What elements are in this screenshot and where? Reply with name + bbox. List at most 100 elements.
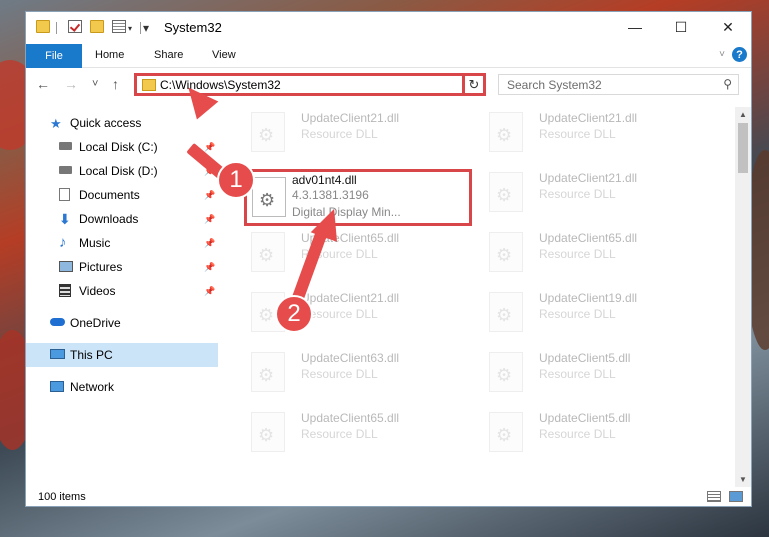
network-icon <box>50 381 64 392</box>
minimize-button[interactable]: — <box>612 12 658 42</box>
sidebar-item-quick-access[interactable]: ★ Quick access <box>26 112 218 134</box>
sidebar-item-music[interactable]: ♪ Music 📌 <box>26 232 218 254</box>
cloud-icon <box>50 318 65 326</box>
folder-icon <box>36 20 50 33</box>
file-item[interactable]: UpdateClient63.dll Resource DLL <box>244 347 474 397</box>
file-name: UpdateClient65.dll <box>301 411 400 425</box>
step-badge-2: 2 <box>275 295 313 333</box>
sidebar-item-network[interactable]: Network <box>26 376 218 398</box>
drive-icon <box>59 166 72 174</box>
pin-icon[interactable]: 📌 <box>204 214 215 225</box>
sidebar-item-label: Network <box>70 380 115 394</box>
tab-home[interactable]: Home <box>95 49 124 61</box>
sidebar-item-videos[interactable]: Videos 📌 <box>26 280 218 302</box>
file-description: Digital Display Min... <box>292 205 401 219</box>
dll-file-icon <box>251 112 285 152</box>
file-item[interactable]: UpdateClient21.dll Resource DLL <box>244 107 474 157</box>
details-view-icon[interactable] <box>707 491 721 502</box>
sidebar-item-label: Pictures <box>79 260 123 274</box>
download-arrow-icon: ⬇ <box>59 211 71 227</box>
sidebar-item-label: Videos <box>79 284 116 298</box>
search-placeholder: Search System32 <box>507 78 602 92</box>
expand-ribbon-icon[interactable]: ˅ <box>719 49 725 60</box>
sidebar-item-label: Music <box>79 236 111 250</box>
maximize-button[interactable]: ☐ <box>658 12 704 42</box>
file-type: Resource DLL <box>301 367 378 381</box>
sidebar-item-downloads[interactable]: ⬇ Downloads 📌 <box>26 208 218 230</box>
large-icons-view-icon[interactable] <box>729 491 743 502</box>
film-icon <box>59 284 71 297</box>
window-title: System32 <box>164 20 222 35</box>
file-name: UpdateClient21.dll <box>301 111 400 125</box>
back-button[interactable]: ← <box>36 76 50 92</box>
scroll-down-arrow-icon[interactable]: ▼ <box>739 475 747 484</box>
pin-icon[interactable]: 📌 <box>204 286 215 297</box>
dll-file-icon <box>489 172 523 212</box>
new-folder-icon[interactable] <box>90 20 104 33</box>
file-name: UpdateClient63.dll <box>301 351 400 365</box>
tab-file[interactable]: File <box>26 44 82 68</box>
music-note-icon: ♪ <box>59 234 67 251</box>
file-item[interactable]: UpdateClient21.dll Resource DLL <box>482 167 712 217</box>
divider <box>56 22 57 34</box>
file-type: Resource DLL <box>539 427 616 441</box>
dll-file-icon <box>489 412 523 452</box>
sidebar-item-onedrive[interactable]: OneDrive <box>26 312 218 334</box>
ribbon-tabs: File Home Share View ˅ ? <box>26 44 751 68</box>
title-bar: ▾ ▾ System32 — ☐ ✕ <box>26 12 751 44</box>
tab-share[interactable]: Share <box>154 49 183 61</box>
sidebar-item-label: Quick access <box>70 116 142 130</box>
file-item[interactable]: UpdateClient21.dll Resource DLL <box>482 107 712 157</box>
pin-icon[interactable]: 📌 <box>204 190 215 201</box>
properties-check-icon[interactable] <box>68 20 82 33</box>
sidebar-item-label: Documents <box>79 188 140 202</box>
file-name: UpdateClient5.dll <box>539 351 631 365</box>
file-item[interactable]: UpdateClient65.dll Resource DLL <box>244 407 474 457</box>
sidebar-item-label: Local Disk (C:) <box>79 140 158 154</box>
help-icon[interactable]: ? <box>732 47 747 62</box>
navigation-pane: ★ Quick access Local Disk (C:) 📌 Local D… <box>26 107 218 487</box>
properties-list-icon[interactable] <box>112 20 126 33</box>
close-button[interactable]: ✕ <box>705 12 751 42</box>
file-name: UpdateClient21.dll <box>539 171 638 185</box>
divider <box>140 22 141 34</box>
tab-view[interactable]: View <box>212 49 236 61</box>
file-item[interactable]: UpdateClient5.dll Resource DLL <box>482 347 712 397</box>
file-item[interactable]: UpdateClient19.dll Resource DLL <box>482 287 712 337</box>
dll-file-icon <box>489 352 523 392</box>
refresh-button[interactable]: ↻ <box>462 73 486 96</box>
file-item[interactable]: UpdateClient65.dll Resource DLL <box>482 227 712 277</box>
search-input[interactable]: Search System32 ⚲ <box>498 74 739 95</box>
sidebar-item-documents[interactable]: Documents 📌 <box>26 184 218 206</box>
file-name: UpdateClient19.dll <box>539 291 638 305</box>
pin-icon[interactable]: 📌 <box>204 142 215 153</box>
scrollbar-thumb[interactable] <box>738 123 748 173</box>
sidebar-item-pictures[interactable]: Pictures 📌 <box>26 256 218 278</box>
drive-icon <box>59 142 72 150</box>
folder-icon <box>142 79 156 91</box>
forward-button[interactable]: → <box>64 76 78 92</box>
file-type: Resource DLL <box>301 127 378 141</box>
pin-icon[interactable]: 📌 <box>204 262 215 273</box>
file-name: UpdateClient5.dll <box>539 411 631 425</box>
file-item-highlighted[interactable]: adv01nt4.dll 4.3.1381.3196 Digital Displ… <box>244 169 472 226</box>
recent-locations-button[interactable]: ˅ <box>92 78 98 90</box>
up-button[interactable]: ↑ <box>112 76 119 92</box>
pin-icon[interactable]: 📌 <box>204 238 215 249</box>
scroll-up-arrow-icon[interactable]: ▲ <box>739 110 747 119</box>
chevron-down-icon[interactable]: ▾ <box>128 24 132 33</box>
search-icon[interactable]: ⚲ <box>723 77 732 91</box>
sidebar-item-label: OneDrive <box>70 316 121 330</box>
file-item[interactable]: UpdateClient5.dll Resource DLL <box>482 407 712 457</box>
file-item[interactable]: UpdateClient65.dll Resource DLL <box>244 227 474 277</box>
vertical-scrollbar[interactable]: ▲ ▼ <box>735 107 751 487</box>
sidebar-item-this-pc[interactable]: This PC <box>26 343 218 367</box>
customize-quick-access-icon[interactable]: ▾ <box>143 21 149 35</box>
dll-file-icon <box>251 352 285 392</box>
sidebar-item-local-disk-d[interactable]: Local Disk (D:) 📌 <box>26 160 218 182</box>
dll-file-icon <box>489 112 523 152</box>
file-type: Resource DLL <box>539 187 616 201</box>
file-list: UpdateClient21.dll Resource DLL UpdateCl… <box>236 107 736 487</box>
sidebar-item-label: Local Disk (D:) <box>79 164 158 178</box>
explorer-window: ▾ ▾ System32 — ☐ ✕ File Home Share View … <box>25 11 752 507</box>
